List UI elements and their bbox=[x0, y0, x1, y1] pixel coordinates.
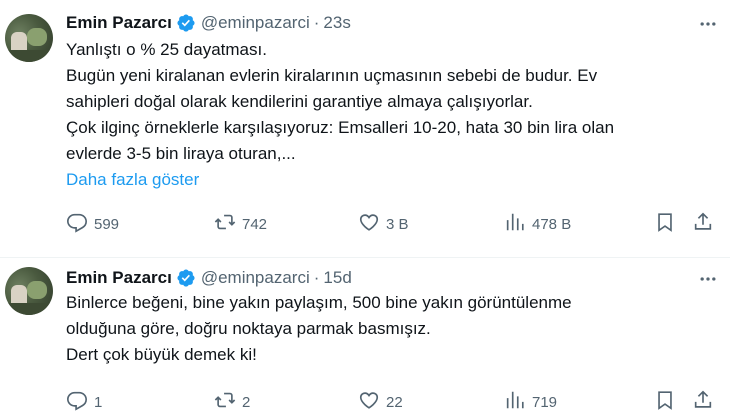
tweet-line: evlerde 3-5 bin liraya oturan,... bbox=[66, 144, 296, 163]
retweet-count: 742 bbox=[242, 215, 268, 233]
tweet-line: Bugün yeni kiralanan evlerin kiralarının… bbox=[66, 66, 598, 85]
author-handle[interactable]: @eminpazarci bbox=[201, 13, 310, 33]
retweet-icon bbox=[214, 211, 236, 237]
tweet-line: Çok ilginç örneklerle karşılaşıyoruz: Em… bbox=[66, 118, 615, 137]
bookmark-icon bbox=[654, 211, 676, 237]
author-name[interactable]: Emin Pazarcı bbox=[66, 268, 172, 288]
reply-count: 599 bbox=[94, 215, 120, 233]
bookmark-button[interactable] bbox=[654, 390, 676, 414]
reply-icon bbox=[66, 211, 88, 237]
like-count: 22 bbox=[386, 393, 403, 411]
like-count: 3 B bbox=[386, 215, 409, 233]
like-button[interactable]: 22 bbox=[358, 390, 403, 414]
views-count: 478 B bbox=[532, 215, 572, 233]
reply-icon bbox=[66, 389, 88, 415]
views-button[interactable]: 719 bbox=[504, 390, 557, 414]
more-icon[interactable] bbox=[696, 12, 720, 36]
share-button[interactable] bbox=[692, 212, 714, 236]
like-icon bbox=[358, 389, 380, 415]
verified-badge-icon bbox=[176, 13, 196, 33]
author-handle[interactable]: @eminpazarci bbox=[201, 268, 310, 288]
retweet-icon bbox=[214, 389, 236, 415]
share-icon bbox=[692, 211, 714, 237]
separator-dot: · bbox=[313, 268, 320, 287]
like-button[interactable]: 3 B bbox=[358, 212, 409, 236]
tweet-line: Dert çok büyük demek ki! bbox=[66, 345, 257, 364]
tweet-line: Yanlıştı o % 25 dayatması. bbox=[66, 40, 267, 59]
retweet-button[interactable]: 742 bbox=[214, 212, 267, 236]
timestamp[interactable]: 23s bbox=[323, 13, 350, 33]
action-bar: 599 742 3 B 478 B bbox=[66, 212, 716, 236]
author-name[interactable]: Emin Pazarcı bbox=[66, 13, 172, 33]
tweet-text: Binlerce beğeni, bine yakın paylaşım, 50… bbox=[66, 290, 716, 368]
reply-button[interactable]: 1 bbox=[66, 390, 102, 414]
like-icon bbox=[358, 211, 380, 237]
timestamp[interactable]: 15d bbox=[323, 268, 351, 288]
tweet-1[interactable]: Emin Pazarcı @eminpazarci · 23s Yanlıştı… bbox=[0, 0, 730, 258]
verified-badge-icon bbox=[176, 268, 196, 288]
reply-count: 1 bbox=[94, 393, 103, 411]
tweet-header: Emin Pazarcı @eminpazarci · 23s bbox=[66, 12, 351, 34]
more-icon[interactable] bbox=[696, 267, 720, 291]
tweet-line: sahipleri doğal olarak kendilerini garan… bbox=[66, 92, 533, 111]
views-icon bbox=[504, 389, 526, 415]
separator-dot: · bbox=[313, 13, 320, 32]
action-bar: 1 2 22 719 bbox=[66, 390, 716, 414]
bookmark-icon bbox=[654, 389, 676, 415]
views-button[interactable]: 478 B bbox=[504, 212, 571, 236]
retweet-button[interactable]: 2 bbox=[214, 390, 250, 414]
tweet-line: Binlerce beğeni, bine yakın paylaşım, 50… bbox=[66, 293, 572, 312]
bookmark-button[interactable] bbox=[654, 212, 676, 236]
tweet-line: olduğuna göre, doğru noktaya parmak basm… bbox=[66, 319, 431, 338]
show-more-link[interactable]: Daha fazla göster bbox=[66, 167, 716, 193]
reply-button[interactable]: 599 bbox=[66, 212, 119, 236]
share-button[interactable] bbox=[692, 390, 714, 414]
avatar[interactable] bbox=[5, 14, 53, 62]
views-count: 719 bbox=[532, 393, 558, 411]
avatar[interactable] bbox=[5, 267, 53, 315]
retweet-count: 2 bbox=[242, 393, 251, 411]
tweet-text: Yanlıştı o % 25 dayatması. Bugün yeni ki… bbox=[66, 37, 716, 193]
views-icon bbox=[504, 211, 526, 237]
tweet-header: Emin Pazarcı @eminpazarci · 15d bbox=[66, 267, 352, 289]
tweet-2[interactable]: Emin Pazarcı @eminpazarci · 15d Binlerce… bbox=[0, 258, 730, 420]
share-icon bbox=[692, 389, 714, 415]
